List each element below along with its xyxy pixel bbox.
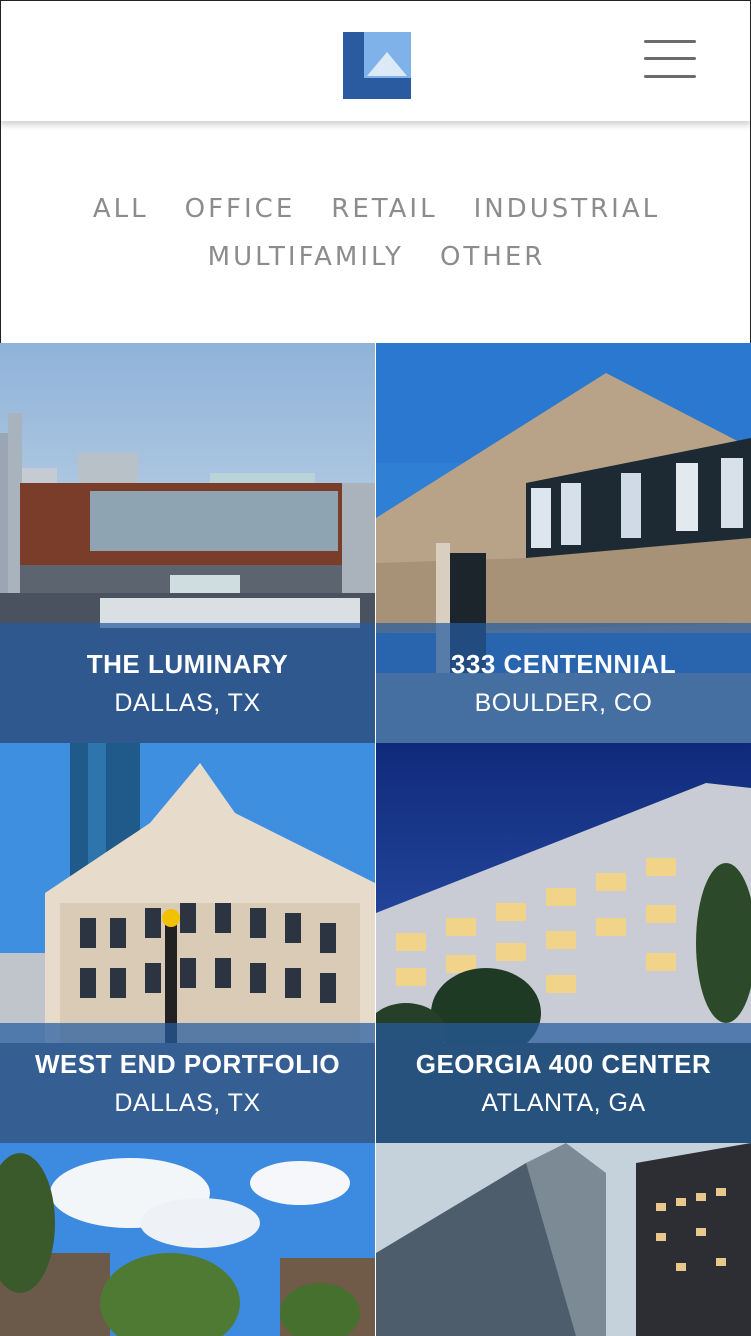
company-logo[interactable]: [343, 32, 411, 99]
property-photo: [0, 1143, 375, 1336]
filter-all[interactable]: ALL: [93, 193, 149, 225]
hamburger-menu-icon[interactable]: [641, 37, 699, 83]
property-caption: THE LUMINARY DALLAS, TX: [0, 623, 375, 743]
property-card[interactable]: [376, 1143, 751, 1336]
property-location: DALLAS, TX: [114, 689, 261, 717]
property-caption: WEST END PORTFOLIO DALLAS, TX: [0, 1023, 375, 1143]
filter-multifamily[interactable]: MULTIFAMILY: [208, 241, 404, 273]
property-name: WEST END PORTFOLIO: [34, 1049, 341, 1079]
property-caption: GEORGIA 400 CENTER ATLANTA, GA: [376, 1023, 751, 1143]
property-photo: [376, 1143, 751, 1336]
property-card[interactable]: [0, 1143, 375, 1336]
property-card[interactable]: GEORGIA 400 CENTER ATLANTA, GA: [376, 743, 751, 1143]
property-grid: THE LUMINARY DALLAS, TX 333 CENTENNIAL B…: [0, 343, 751, 1336]
property-card[interactable]: WEST END PORTFOLIO DALLAS, TX: [0, 743, 375, 1143]
property-name: 333 CENTENNIAL: [450, 649, 677, 679]
filter-row-2: MULTIFAMILY OTHER: [1, 241, 751, 273]
property-location: ATLANTA, GA: [481, 1089, 646, 1117]
category-filter: ALL OFFICE RETAIL INDUSTRIAL MULTIFAMILY…: [0, 121, 751, 343]
property-name: GEORGIA 400 CENTER: [415, 1049, 712, 1079]
filter-row-1: ALL OFFICE RETAIL INDUSTRIAL: [1, 193, 751, 225]
site-header: [0, 0, 751, 121]
filter-industrial[interactable]: INDUSTRIAL: [474, 193, 661, 225]
property-caption: 333 CENTENNIAL BOULDER, CO: [376, 623, 751, 743]
property-name: THE LUMINARY: [86, 649, 289, 679]
filter-retail[interactable]: RETAIL: [331, 193, 437, 225]
filter-office[interactable]: OFFICE: [185, 193, 296, 225]
property-card[interactable]: THE LUMINARY DALLAS, TX: [0, 343, 375, 743]
property-location: DALLAS, TX: [114, 1089, 261, 1117]
filter-other[interactable]: OTHER: [440, 241, 545, 273]
property-location: BOULDER, CO: [474, 689, 653, 717]
property-card[interactable]: 333 CENTENNIAL BOULDER, CO: [376, 343, 751, 743]
